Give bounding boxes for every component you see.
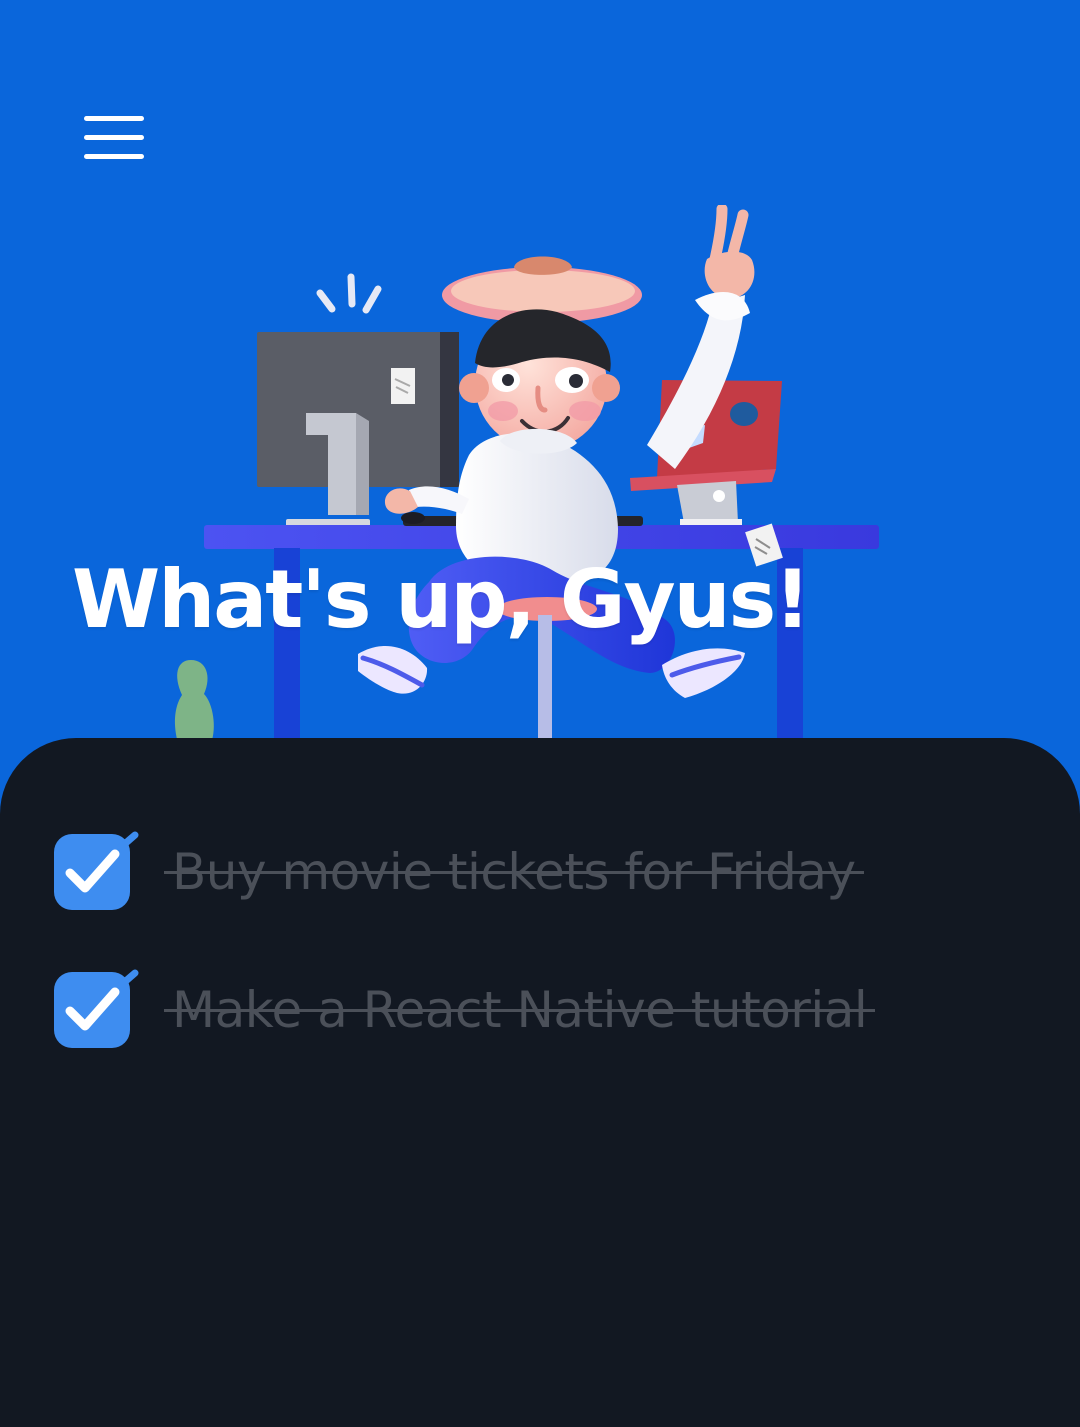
app-screen: What's up, Gyus! Buy movie tickets for F… — [0, 0, 1080, 1427]
developer-desk-illustration — [170, 205, 910, 760]
task-list: Buy movie tickets for Friday Make a Reac… — [54, 830, 1034, 1106]
hamburger-menu-icon — [84, 116, 144, 160]
menu-line-top — [84, 116, 144, 121]
task-label: Make a React Native tutorial — [164, 978, 876, 1042]
menu-line-middle — [84, 135, 144, 140]
task-item[interactable]: Make a React Native tutorial — [54, 968, 1034, 1052]
checkmark-icon — [65, 969, 139, 1031]
checkmark-icon — [65, 831, 139, 893]
task-label: Buy movie tickets for Friday — [164, 840, 864, 904]
task-item[interactable]: Buy movie tickets for Friday — [54, 830, 1034, 914]
completed-checkbox[interactable] — [54, 831, 139, 910]
developer-desk-illustration-svg — [174, 205, 879, 745]
greeting-heading: What's up, Gyus! — [72, 553, 811, 646]
menu-line-bottom — [84, 154, 144, 159]
plant-pot-icon — [174, 660, 214, 743]
attention-marks-icon — [316, 273, 382, 314]
menu-button[interactable] — [68, 100, 160, 176]
task-sheet: Buy movie tickets for Friday Make a Reac… — [0, 738, 1080, 1427]
completed-checkbox[interactable] — [54, 969, 139, 1048]
hero-section: What's up, Gyus! — [0, 0, 1080, 760]
